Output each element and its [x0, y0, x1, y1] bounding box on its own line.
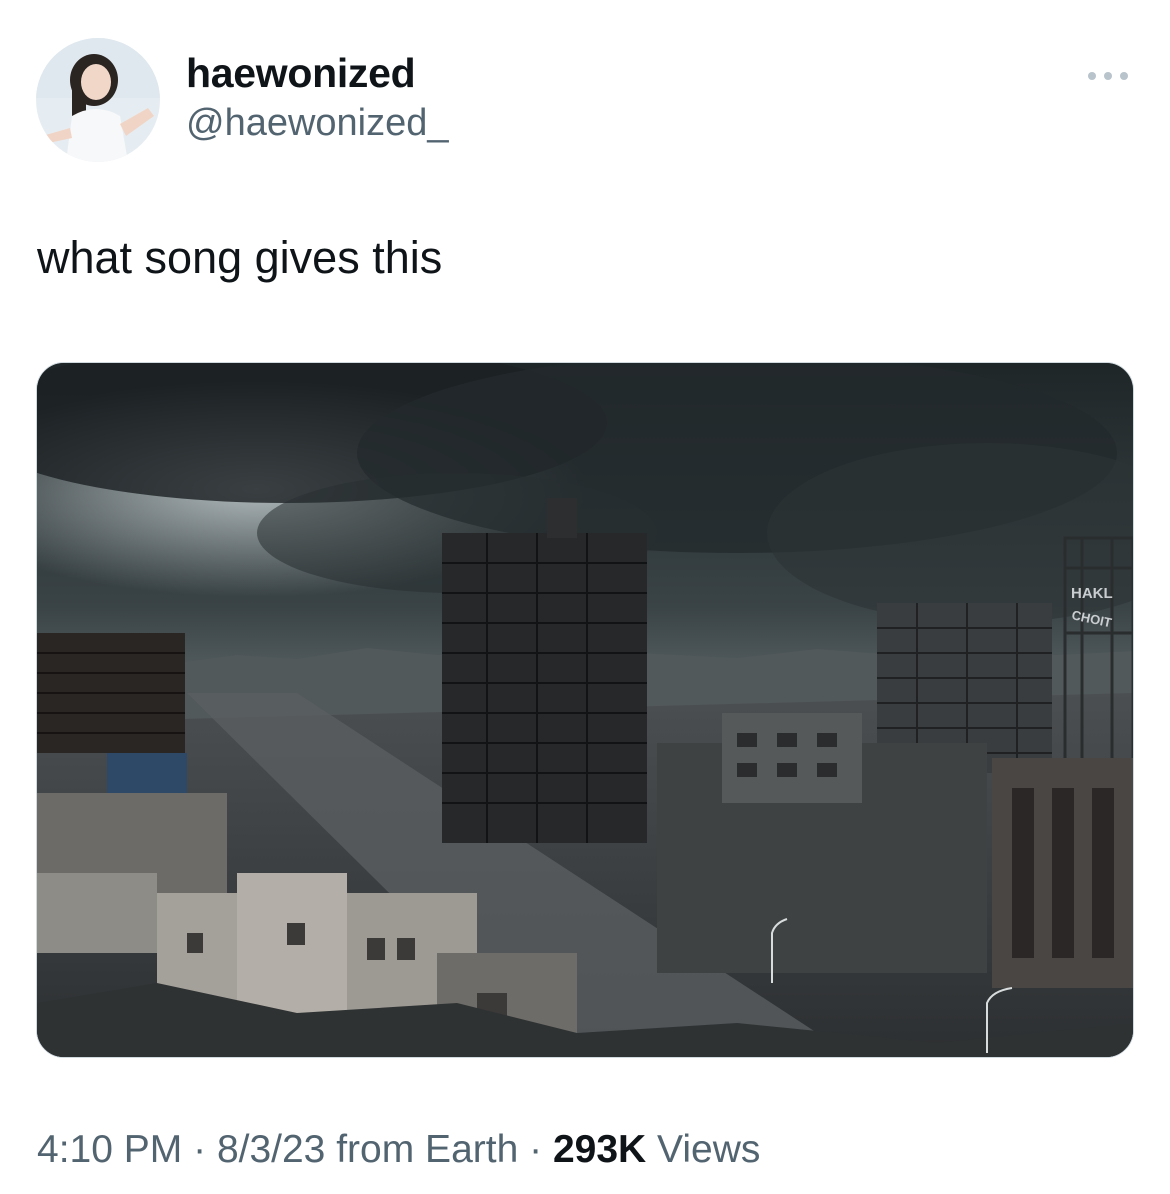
more-options-button[interactable]: [1080, 56, 1136, 96]
tweet-media-image[interactable]: HAKL CHOIT: [36, 362, 1134, 1058]
separator-dot: ·: [529, 1128, 543, 1171]
more-horizontal-icon: [1088, 72, 1128, 80]
avatar[interactable]: [36, 38, 160, 162]
tweet-metadata: 4:10 PM · 8/3/23 from Earth · 293K Views: [37, 1128, 760, 1172]
views-label[interactable]: Views: [657, 1128, 760, 1171]
billboard-text-1: HAKL: [1071, 585, 1113, 602]
display-name[interactable]: haewonized: [186, 50, 416, 97]
username-handle[interactable]: @haewonized_: [186, 102, 449, 145]
tweet-date[interactable]: 8/3/23: [217, 1128, 325, 1171]
views-count[interactable]: 293K: [553, 1128, 646, 1171]
tweet-text: what song gives this: [37, 232, 443, 283]
ruined-city-image: HAKL CHOIT: [37, 363, 1133, 1057]
separator-dot: ·: [193, 1128, 207, 1171]
profile-photo: [36, 38, 160, 162]
tweet-time[interactable]: 4:10 PM: [37, 1128, 182, 1171]
tweet-source: from Earth: [336, 1128, 519, 1171]
